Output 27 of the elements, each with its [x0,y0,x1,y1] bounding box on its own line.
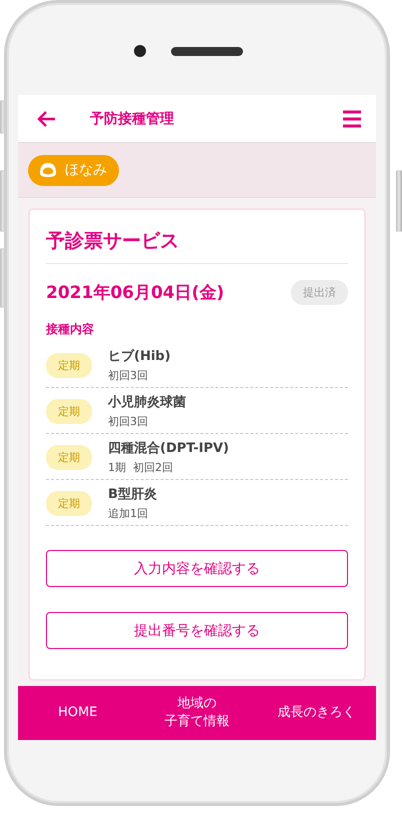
type-tag: 定期 [46,398,92,424]
menu-icon[interactable] [343,110,361,128]
vaccine-name: 四種混合(DPT-IPV) [108,440,229,457]
back-arrow-icon[interactable] [36,110,56,128]
nav-tab[interactable]: 成長のきろく [256,686,376,740]
confirm-button[interactable]: 入力内容を確認する [46,550,348,587]
speaker-icon [171,47,243,56]
camera-icon [134,45,146,57]
page-title: 予防接種管理 [90,110,175,128]
child-face-icon [38,161,58,179]
type-tag: 定期 [46,490,92,516]
type-tag: 定期 [46,352,92,378]
nav-tab[interactable]: 地域の 子育て情報 [137,686,257,740]
confirm-button[interactable]: 提出番号を確認する [46,612,348,649]
status-badge: 提出済 [291,280,348,305]
dose-text: 1期 初回2回 [108,460,174,475]
section-label: 接種内容 [46,321,95,338]
vaccine-name: B型肝炎 [108,486,157,503]
card-title: 予診票サービス [46,228,348,264]
dose-text: 追加1回 [108,506,149,521]
nav-tab[interactable]: HOME [18,686,138,740]
vaccine-name: ヒブ(Hib) [108,348,171,365]
visit-date: 2021年06月04日(金) [46,282,224,304]
vaccine-name: 小児肺炎球菌 [108,394,186,411]
dose-text: 初回3回 [108,414,149,429]
dose-text: 初回3回 [108,368,149,383]
type-tag: 定期 [46,444,92,470]
